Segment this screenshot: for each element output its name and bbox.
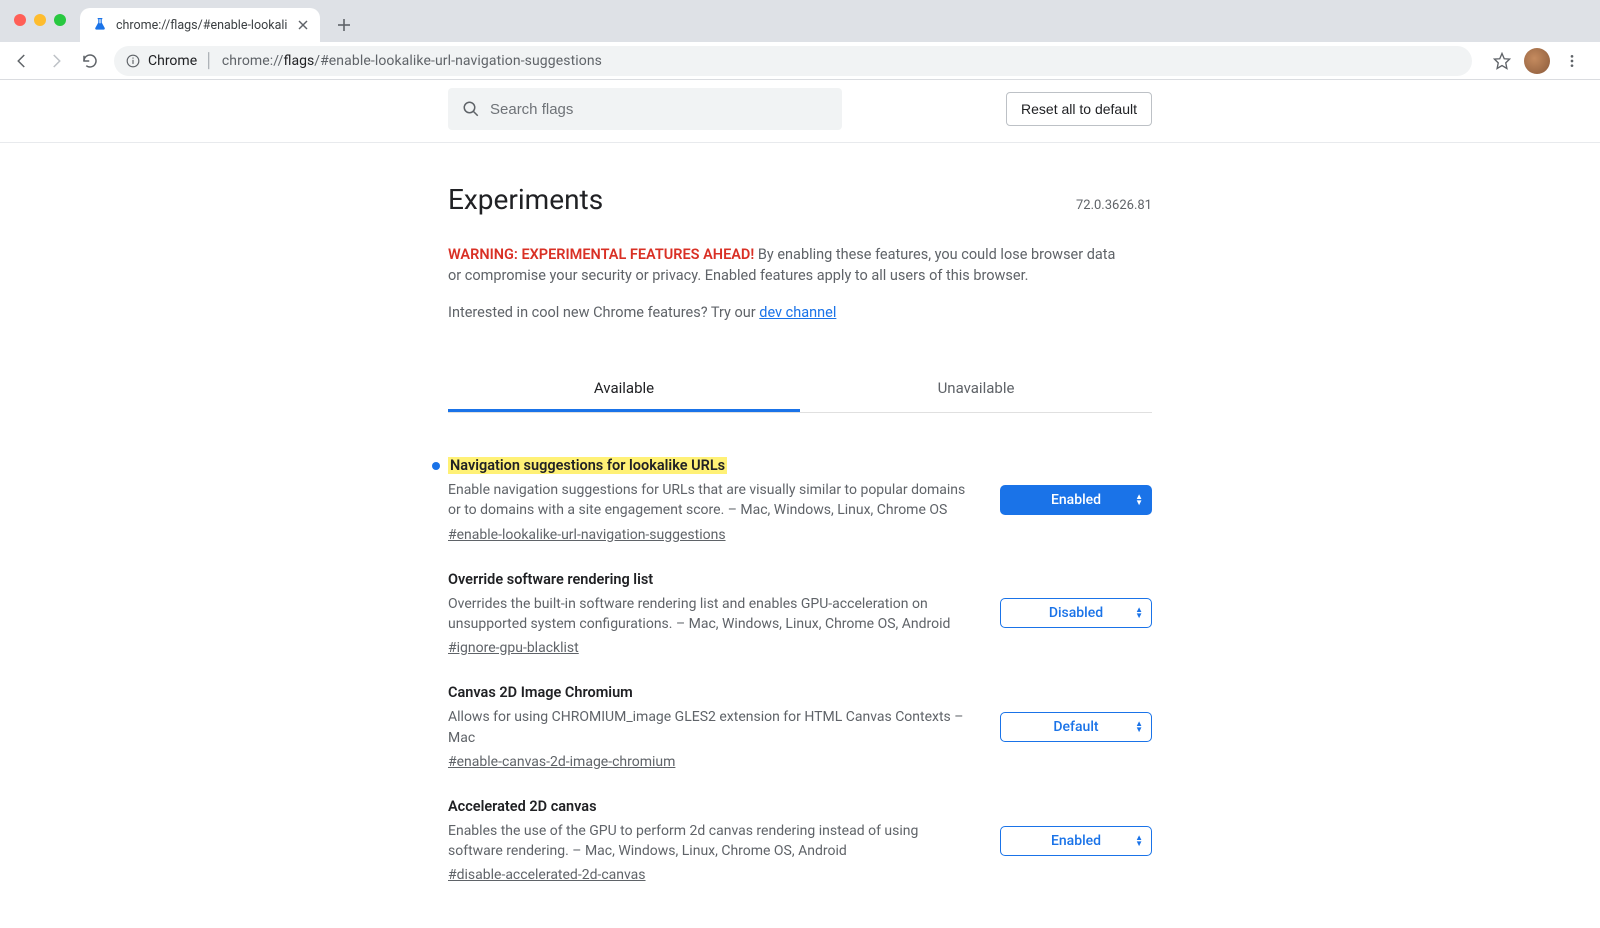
flag-title: Canvas 2D Image Chromium <box>448 684 633 701</box>
fullscreen-window-dot[interactable] <box>54 14 66 26</box>
browser-toolbar: Chrome │ chrome://flags/#enable-lookalik… <box>0 42 1600 80</box>
flag-state-value: Enabled <box>1051 833 1101 849</box>
search-flags-input[interactable] <box>490 101 828 118</box>
flag-anchor-link[interactable]: #disable-accelerated-2d-canvas <box>448 867 646 883</box>
select-chevron-icon: ▲▼ <box>1135 721 1143 733</box>
flag-anchor-link[interactable]: #enable-canvas-2d-image-chromium <box>448 754 675 770</box>
flag-state-value: Default <box>1053 719 1098 735</box>
window-controls <box>14 14 66 26</box>
dev-channel-blurb: Interested in cool new Chrome features? … <box>448 304 1152 321</box>
tabs-row: Available Unavailable <box>448 365 1152 413</box>
page-body: Reset all to default Experiments 72.0.36… <box>0 80 1600 928</box>
flags-list: Navigation suggestions for lookalike URL… <box>448 413 1152 928</box>
tab-strip: chrome://flags/#enable-lookali <box>0 0 1600 42</box>
select-chevron-icon: ▲▼ <box>1135 835 1143 847</box>
new-tab-button[interactable] <box>330 11 358 39</box>
dev-channel-link[interactable]: dev channel <box>759 304 836 321</box>
flag-title: Accelerated 2D canvas <box>448 798 597 815</box>
tab-title: chrome://flags/#enable-lookali <box>116 18 288 33</box>
flag-row: Accelerated 2D canvas Enables the use of … <box>448 778 1152 892</box>
flag-row: Canvas 2D Image Chromium Allows for using… <box>448 664 1152 778</box>
profile-avatar[interactable] <box>1524 48 1550 74</box>
url-origin-label: Chrome <box>148 53 197 69</box>
url-scheme: chrome:// <box>222 53 284 69</box>
flask-icon <box>92 17 108 33</box>
back-button[interactable] <box>8 47 36 75</box>
minimize-window-dot[interactable] <box>34 14 46 26</box>
flag-anchor-link[interactable]: #ignore-gpu-blacklist <box>448 640 579 656</box>
flag-row: Navigation suggestions for lookalike URL… <box>448 437 1152 551</box>
modified-dot-icon <box>432 462 440 470</box>
search-icon <box>462 100 480 118</box>
flag-description: Enable navigation suggestions for URLs t… <box>448 480 976 521</box>
tab-unavailable[interactable]: Unavailable <box>800 365 1152 412</box>
browser-tab[interactable]: chrome://flags/#enable-lookali <box>80 8 320 42</box>
flag-state-select[interactable]: Disabled ▲▼ <box>1000 598 1152 628</box>
forward-button[interactable] <box>42 47 70 75</box>
flag-description: Overrides the built-in software renderin… <box>448 594 976 635</box>
close-window-dot[interactable] <box>14 14 26 26</box>
reload-button[interactable] <box>76 47 104 75</box>
site-info-icon[interactable] <box>126 54 140 68</box>
kebab-menu-icon[interactable] <box>1558 47 1586 75</box>
select-chevron-icon: ▲▼ <box>1135 607 1143 619</box>
flag-description: Enables the use of the GPU to perform 2d… <box>448 821 976 862</box>
url-path: /#enable-lookalike-url-navigation-sugges… <box>314 53 602 69</box>
flag-title: Override software rendering list <box>448 571 653 588</box>
search-flags-box[interactable] <box>448 88 842 130</box>
flag-description: Allows for using CHROMIUM_image GLES2 ex… <box>448 707 976 748</box>
warning-lead: WARNING: EXPERIMENTAL FEATURES AHEAD! <box>448 246 754 263</box>
flag-state-select[interactable]: Enabled ▲▼ <box>1000 485 1152 515</box>
reset-all-button[interactable]: Reset all to default <box>1006 92 1152 126</box>
flag-row: Override software rendering list Override… <box>448 551 1152 665</box>
flag-title: Navigation suggestions for lookalike URL… <box>448 457 727 474</box>
tab-available[interactable]: Available <box>448 365 800 412</box>
address-bar[interactable]: Chrome │ chrome://flags/#enable-lookalik… <box>114 46 1472 76</box>
flag-anchor-link[interactable]: #enable-lookalike-url-navigation-suggest… <box>448 527 726 543</box>
url-host: flags <box>284 53 315 69</box>
close-tab-icon[interactable] <box>296 18 310 32</box>
flag-state-select[interactable]: Default ▲▼ <box>1000 712 1152 742</box>
bookmark-star-icon[interactable] <box>1488 47 1516 75</box>
flag-state-select[interactable]: Enabled ▲▼ <box>1000 826 1152 856</box>
select-chevron-icon: ▲▼ <box>1135 494 1143 506</box>
flag-state-value: Enabled <box>1051 492 1101 508</box>
chrome-version: 72.0.3626.81 <box>1076 198 1152 213</box>
warning-paragraph: WARNING: EXPERIMENTAL FEATURES AHEAD! By… <box>448 244 1128 286</box>
flag-state-value: Disabled <box>1049 605 1103 621</box>
page-title: Experiments <box>448 183 603 216</box>
